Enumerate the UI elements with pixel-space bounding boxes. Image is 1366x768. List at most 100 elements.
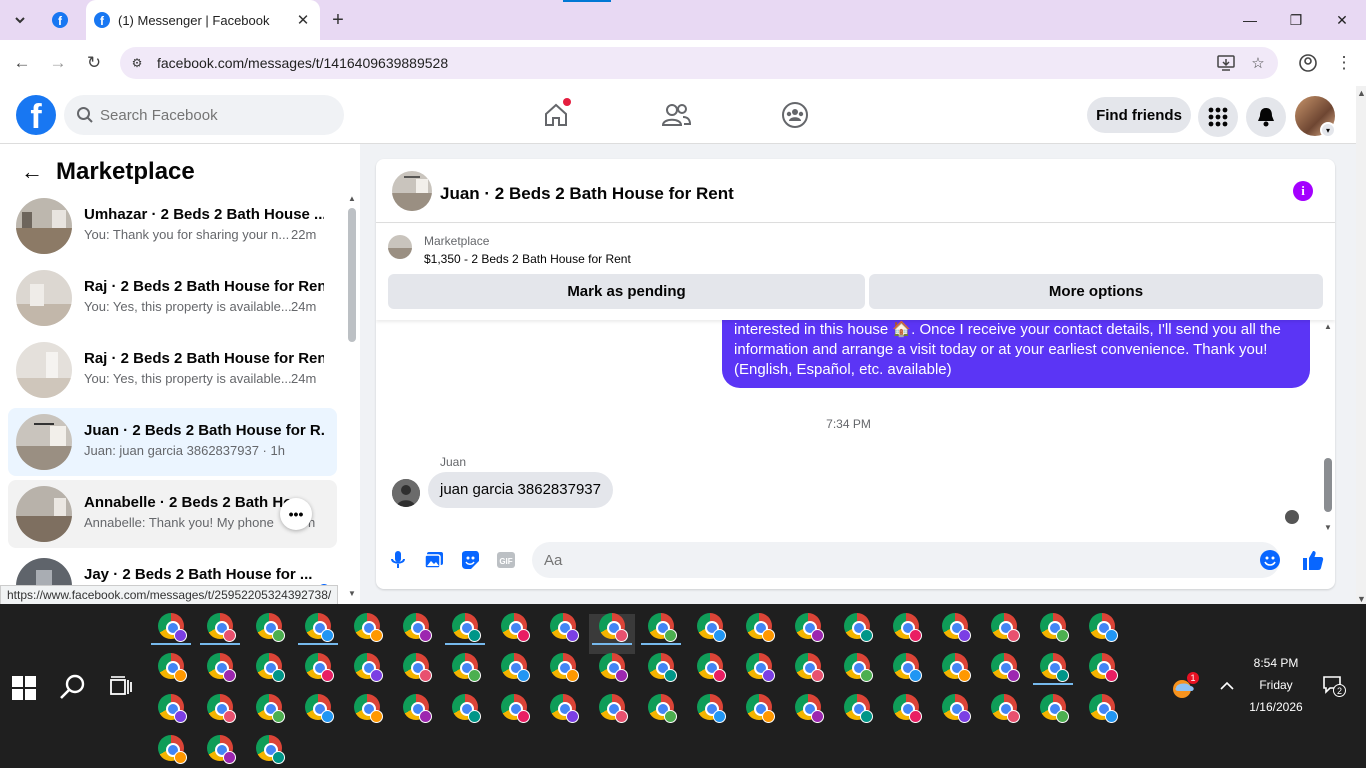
like-button[interactable] xyxy=(1300,547,1326,573)
chrome-icon[interactable] xyxy=(256,735,285,764)
profile-button[interactable] xyxy=(1294,49,1322,77)
chrome-icon[interactable] xyxy=(501,653,530,682)
chrome-icon[interactable] xyxy=(1089,694,1118,723)
conversation-item-selected[interactable]: Juan · 2 Beds 2 Bath House for R... Juan… xyxy=(8,408,337,476)
browser-menu-button[interactable]: ⋮ xyxy=(1330,49,1358,77)
sidebar-scrollbar[interactable]: ▲ ▼ xyxy=(345,192,359,598)
back-button[interactable]: ← xyxy=(8,49,36,77)
chrome-icon[interactable] xyxy=(991,694,1020,723)
forward-button[interactable]: → xyxy=(44,49,72,77)
chrome-icon[interactable] xyxy=(893,694,922,723)
info-icon[interactable]: i xyxy=(1293,181,1313,201)
chrome-icon[interactable] xyxy=(942,653,971,682)
tune-icon[interactable]: ⚙ xyxy=(128,54,146,72)
chrome-icon[interactable] xyxy=(452,653,481,682)
scroll-up-arrow[interactable]: ▲ xyxy=(348,194,356,203)
chrome-icon[interactable] xyxy=(452,694,481,723)
chrome-icon[interactable] xyxy=(844,613,873,642)
chrome-icon[interactable] xyxy=(746,613,775,642)
voice-clip-button[interactable] xyxy=(385,547,411,573)
chat-title[interactable]: Juan · 2 Beds 2 Bath House for Rent xyxy=(440,184,734,204)
scroll-down-arrow[interactable]: ▼ xyxy=(1357,594,1366,604)
chrome-icon[interactable] xyxy=(1040,613,1069,642)
gif-button[interactable]: GIF xyxy=(493,547,519,573)
chrome-icon[interactable] xyxy=(403,613,432,642)
chrome-icon[interactable] xyxy=(648,653,677,682)
chrome-icon[interactable] xyxy=(697,613,726,642)
chrome-icon[interactable] xyxy=(158,735,187,764)
mark-as-pending-button[interactable]: Mark as pending xyxy=(388,274,865,309)
conversation-more-button[interactable]: ••• xyxy=(280,498,312,530)
pinned-tab-facebook[interactable]: f xyxy=(48,8,72,32)
scroll-down-arrow[interactable]: ▼ xyxy=(348,589,356,598)
conversation-item[interactable]: Raj · 2 Beds 2 Bath House for Rent You: … xyxy=(8,264,337,332)
address-bar[interactable]: ⚙ facebook.com/messages/t/14164096398895… xyxy=(120,47,1278,79)
chrome-icon[interactable] xyxy=(697,694,726,723)
url-text[interactable]: facebook.com/messages/t/1416409639889528 xyxy=(157,55,448,71)
search-input[interactable] xyxy=(100,95,330,135)
chrome-icon[interactable] xyxy=(207,694,236,723)
install-icon[interactable] xyxy=(1216,54,1236,72)
attach-photo-button[interactable] xyxy=(421,547,447,573)
chrome-icon[interactable] xyxy=(942,694,971,723)
scrollbar-thumb[interactable] xyxy=(1324,458,1332,512)
chrome-icon[interactable] xyxy=(991,613,1020,642)
system-clock[interactable]: 8:54 PM Friday 1/16/2026 xyxy=(1232,652,1320,718)
chrome-icon[interactable] xyxy=(207,735,236,764)
chrome-icon[interactable] xyxy=(893,653,922,682)
close-window-button[interactable]: ✕ xyxy=(1320,6,1364,34)
weather-widget[interactable]: 1 xyxy=(1170,672,1199,707)
chrome-icon[interactable] xyxy=(354,653,383,682)
chrome-icon[interactable] xyxy=(844,694,873,723)
chrome-icon[interactable] xyxy=(1089,653,1118,682)
message-input[interactable] xyxy=(544,542,1234,578)
emoji-icon[interactable] xyxy=(1260,550,1280,570)
chrome-icon[interactable] xyxy=(354,613,383,642)
task-view-icon[interactable] xyxy=(108,674,134,700)
chrome-icon[interactable] xyxy=(648,694,677,723)
tab-search-button[interactable] xyxy=(8,8,32,32)
chrome-icon[interactable] xyxy=(256,653,285,682)
message-input-box[interactable] xyxy=(532,542,1280,578)
chrome-icon[interactable] xyxy=(158,613,187,642)
back-button[interactable]: ← xyxy=(16,156,48,188)
nav-home[interactable] xyxy=(537,96,575,134)
chrome-icon[interactable] xyxy=(599,653,628,682)
chrome-icon[interactable] xyxy=(403,694,432,723)
conversation-item[interactable]: Raj · 2 Beds 2 Bath House for Rent You: … xyxy=(8,336,337,404)
chrome-icon[interactable] xyxy=(305,613,334,642)
search-icon[interactable] xyxy=(58,672,88,702)
chrome-icon[interactable] xyxy=(207,613,236,642)
chrome-icon[interactable] xyxy=(746,694,775,723)
sticker-button[interactable] xyxy=(457,547,483,573)
chrome-icon[interactable] xyxy=(795,613,824,642)
chrome-icon[interactable] xyxy=(648,613,677,642)
chrome-icon[interactable] xyxy=(207,653,236,682)
chrome-icon[interactable] xyxy=(697,653,726,682)
chrome-icon[interactable] xyxy=(501,694,530,723)
chrome-icon[interactable] xyxy=(893,613,922,642)
chrome-icon[interactable] xyxy=(256,613,285,642)
thread-scrollbar[interactable]: ▲ ▼ xyxy=(1321,320,1335,532)
new-tab-button[interactable]: + xyxy=(326,8,350,32)
windows-icon[interactable] xyxy=(12,676,36,700)
chrome-icon[interactable] xyxy=(158,694,187,723)
chrome-icon[interactable] xyxy=(1040,653,1069,682)
scroll-down-arrow[interactable]: ▼ xyxy=(1324,523,1332,532)
chrome-icon[interactable] xyxy=(158,653,187,682)
chrome-icon[interactable] xyxy=(795,653,824,682)
chrome-icon[interactable] xyxy=(452,613,481,642)
chrome-icon[interactable] xyxy=(550,694,579,723)
chrome-icon[interactable] xyxy=(1089,613,1118,642)
star-icon[interactable]: ☆ xyxy=(1248,54,1268,72)
restore-button[interactable]: ❐ xyxy=(1274,6,1318,34)
notifications-button[interactable] xyxy=(1246,97,1286,137)
action-center-button[interactable]: 2 xyxy=(1322,674,1346,698)
chrome-icon[interactable] xyxy=(795,694,824,723)
close-icon[interactable]: ✕ xyxy=(292,9,314,31)
scroll-up-arrow[interactable]: ▲ xyxy=(1357,88,1366,98)
menu-button[interactable] xyxy=(1198,97,1238,137)
tab-messenger[interactable]: f (1) Messenger | Facebook ✕ xyxy=(86,0,320,40)
chrome-icon[interactable] xyxy=(403,653,432,682)
conversation-item[interactable]: Umhazar · 2 Beds 2 Bath House ... You: T… xyxy=(8,192,337,260)
